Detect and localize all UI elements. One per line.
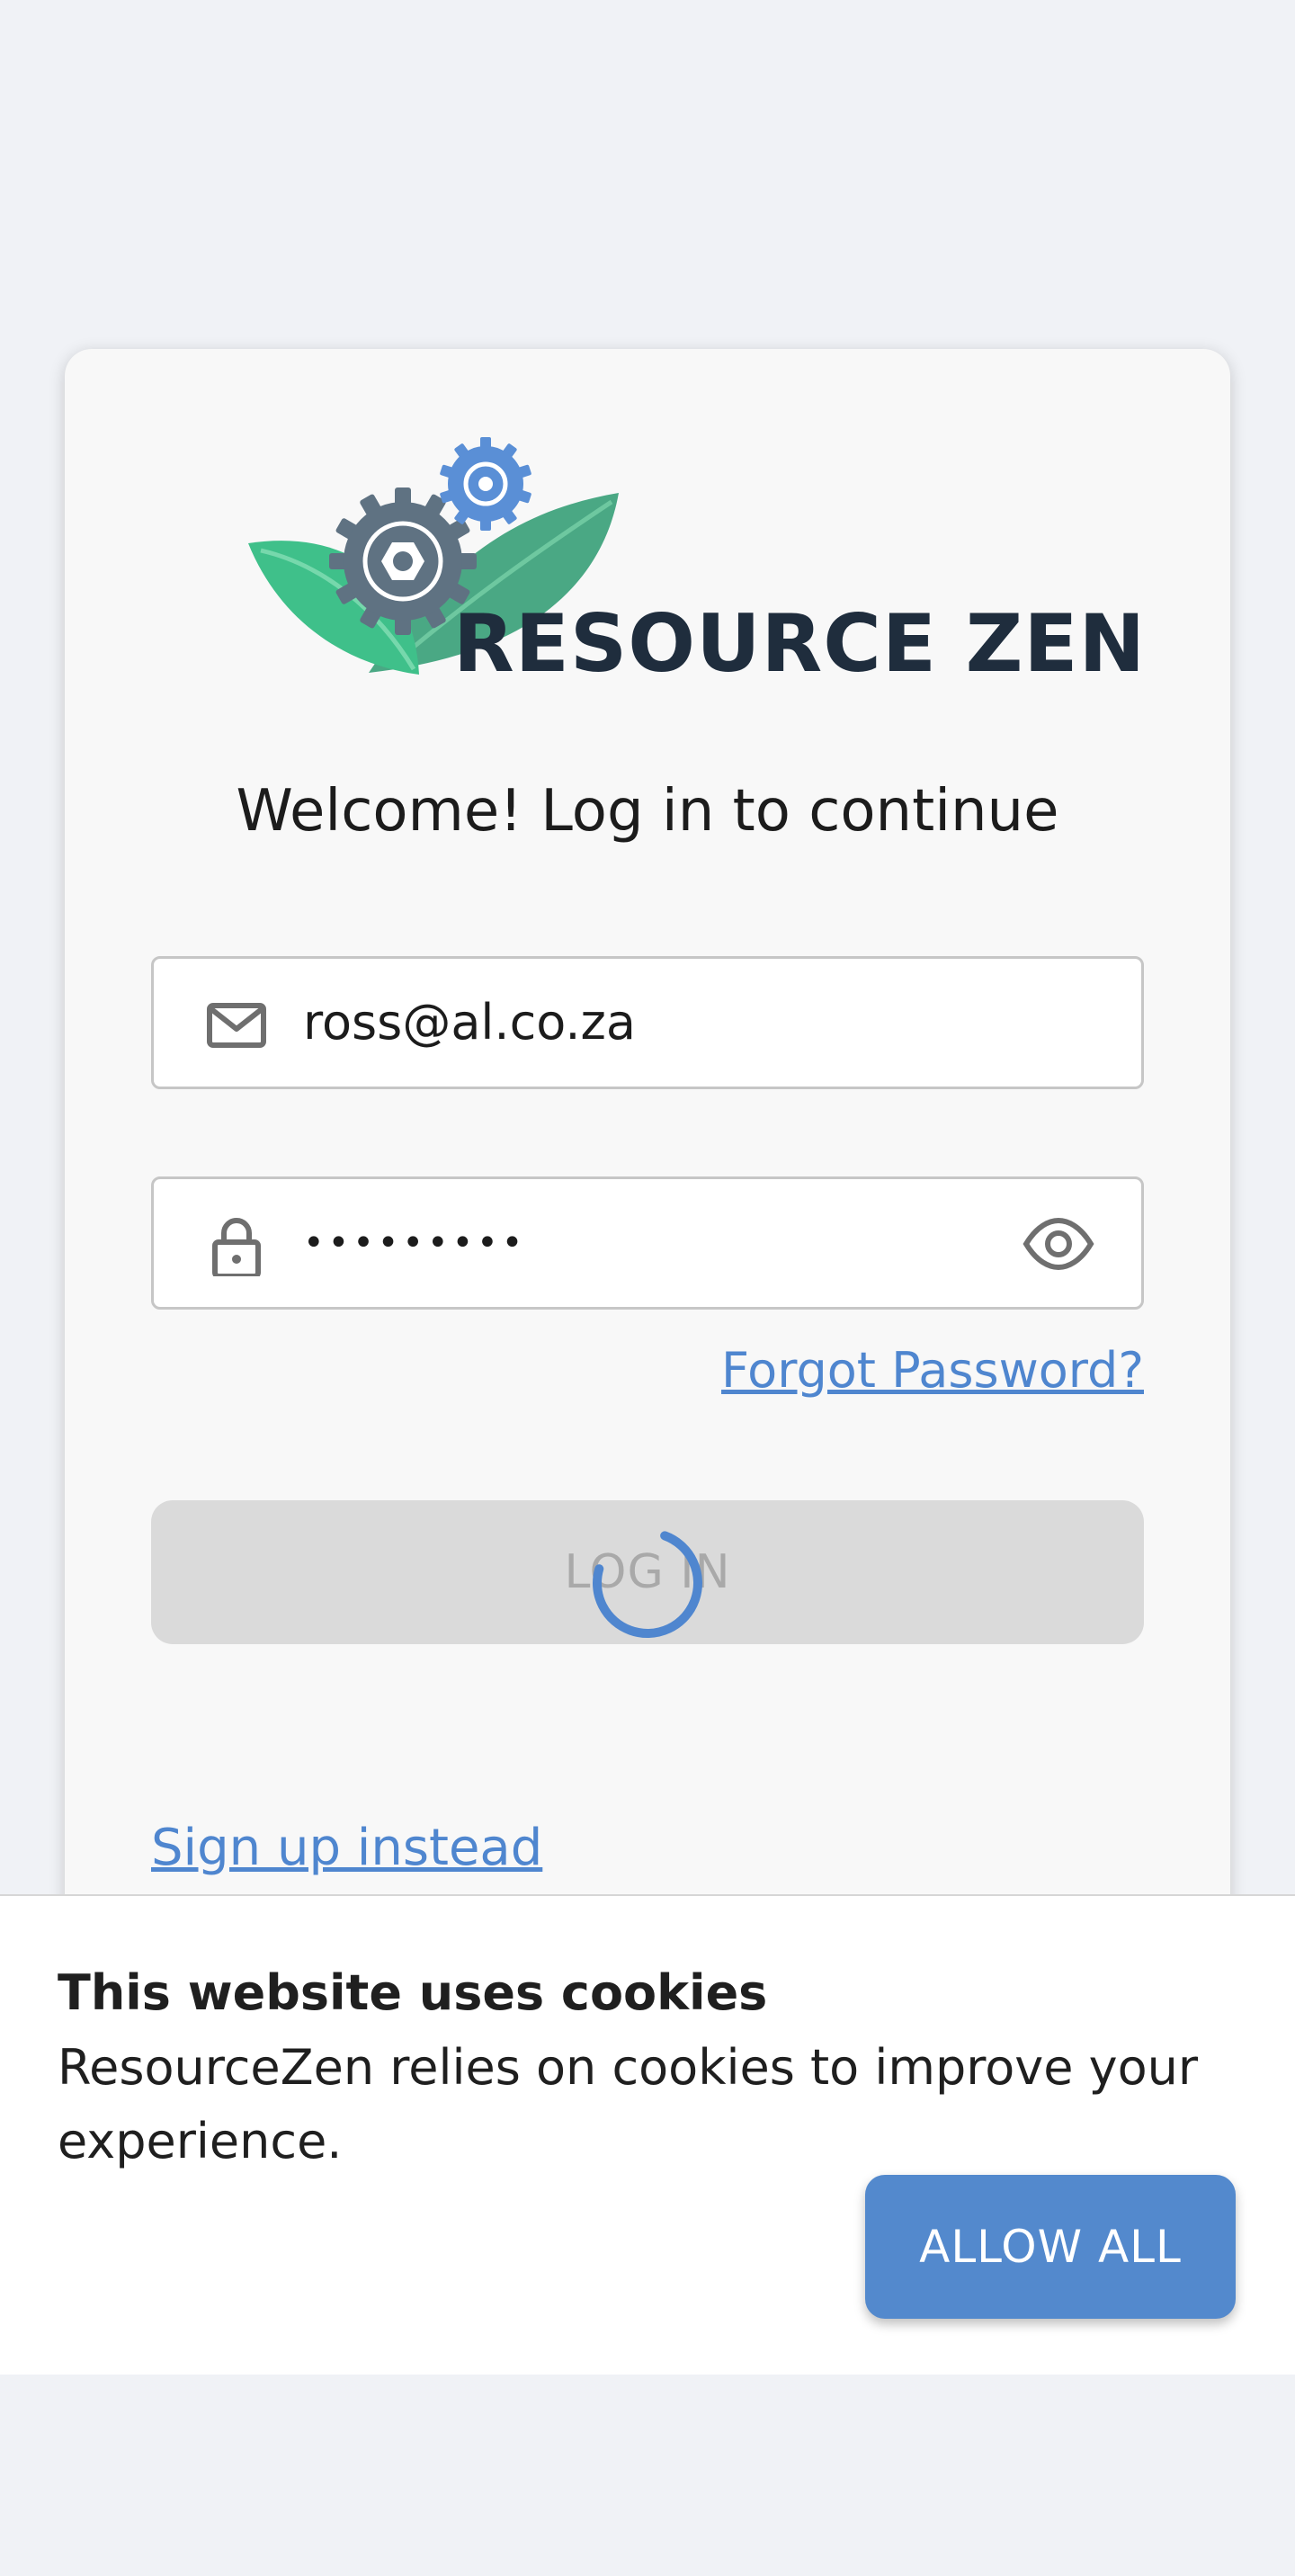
eye-icon[interactable] bbox=[1023, 1215, 1094, 1273]
signup-link[interactable]: Sign up instead bbox=[151, 1819, 542, 1877]
brand-logo: RESOURCE ZEN bbox=[243, 430, 1145, 690]
cookie-banner: This website uses cookies ResourceZen re… bbox=[0, 1894, 1295, 2375]
lock-icon bbox=[212, 1218, 261, 1276]
welcome-heading: Welcome! Log in to continue bbox=[236, 778, 1059, 845]
allow-all-button[interactable]: ALLOW ALL bbox=[865, 2175, 1236, 2319]
password-field[interactable]: ••••••••• bbox=[151, 1176, 1144, 1310]
login-page: RESOURCE ZEN Welcome! Log in to continue… bbox=[0, 0, 1295, 2576]
cookie-title: This website uses cookies bbox=[58, 1964, 768, 2021]
mail-icon bbox=[207, 1003, 266, 1048]
forgot-password-link[interactable]: Forgot Password? bbox=[721, 1342, 1144, 1399]
cookie-text: ResourceZen relies on cookies to improve… bbox=[58, 2039, 1199, 2169]
spinner-icon bbox=[593, 1528, 702, 1638]
email-field[interactable]: ross@al.co.za bbox=[151, 956, 1144, 1089]
password-value[interactable]: ••••••••• bbox=[303, 1179, 526, 1307]
email-value[interactable]: ross@al.co.za bbox=[303, 959, 636, 1087]
brand-name: RESOURCE ZEN bbox=[453, 597, 1147, 690]
